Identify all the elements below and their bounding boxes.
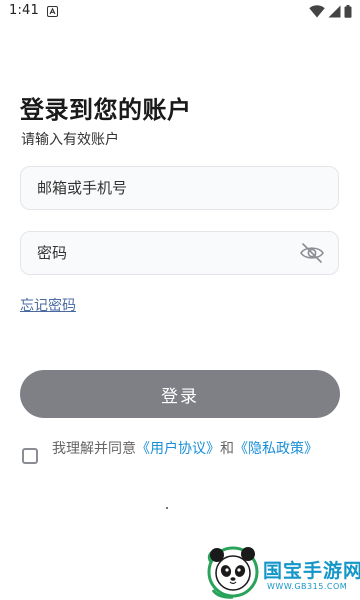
privacy-policy-link[interactable]: 《隐私政策》: [234, 441, 318, 457]
decorative-dot: [166, 507, 168, 509]
page-subtitle: 请输入有效账户: [21, 132, 119, 148]
watermark-url: WWW.GB315.COM: [267, 582, 348, 591]
forgot-password-link[interactable]: 忘记密码: [20, 295, 76, 315]
agreement-checkbox[interactable]: [22, 448, 38, 464]
agreement-text: 我理解并同意《用户协议》和《隐私政策》: [52, 437, 342, 461]
eye-off-icon[interactable]: [299, 241, 325, 265]
user-agreement-link[interactable]: 《用户协议》: [136, 441, 220, 457]
status-time: 1:41: [9, 3, 39, 18]
agreement-prefix: 我理解并同意: [52, 441, 136, 457]
login-button[interactable]: 登录: [20, 370, 340, 418]
watermark-logo: 国宝手游网 WWW.GB315.COM: [203, 540, 360, 600]
password-input[interactable]: [37, 232, 297, 274]
status-bar: 1:41: [0, 0, 360, 24]
password-field-container: [20, 231, 339, 275]
panda-mascot-icon: [207, 546, 259, 599]
agreement-connector: 和: [220, 441, 234, 457]
watermark-name: 国宝手游网: [263, 560, 360, 582]
wifi-icon: [309, 5, 325, 18]
cellular-signal-icon: [328, 5, 341, 18]
login-screen: 1:41 登录到您的账户 请输入有效账户 邮箱或手机号 忘记密码 登录 我理解并…: [0, 0, 360, 600]
notification-a-icon: [47, 6, 58, 17]
status-icons: [309, 5, 352, 18]
battery-icon: [344, 5, 352, 18]
page-title: 登录到您的账户: [20, 96, 192, 124]
email-phone-input[interactable]: [37, 167, 297, 209]
email-field-container: [20, 166, 339, 210]
